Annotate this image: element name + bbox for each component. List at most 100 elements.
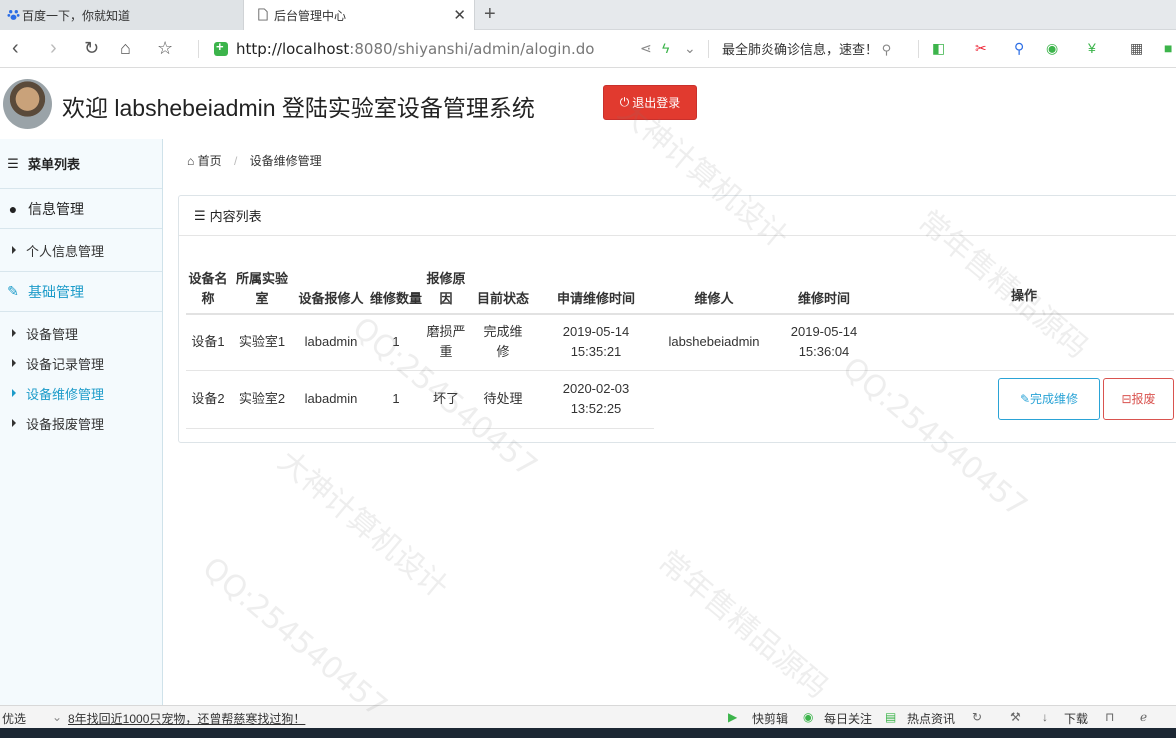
apply-time: 15:35:21 — [570, 344, 622, 360]
cell-name: 设备2 — [186, 370, 230, 429]
browser-tabstrip: 百度一下，你就知道 后台管理中心 ✕ + — [0, 0, 1176, 30]
back-icon[interactable]: ‹ — [12, 38, 19, 58]
home-icon[interactable]: ⌂ — [120, 38, 131, 58]
apply-date: 2019-05-14 — [562, 324, 630, 340]
col-header: 目前状态 — [468, 256, 538, 315]
status-item-focus[interactable]: 每日关注 — [824, 710, 872, 727]
cell-reason: 坏了 — [424, 370, 468, 429]
magnifier-icon[interactable]: ⚲ — [1014, 40, 1024, 57]
cell-qty: 1 — [368, 370, 424, 429]
scrap-button[interactable]: ⊟ 报废 — [1103, 378, 1174, 421]
address-bar-row: ‹ › ↻ ⌂ ☆ http://localhost:8080/shiyansh… — [0, 30, 1176, 68]
table-row: 设备2 实验室2 labadmin 1 坏了 待处理 2020-02-03 13:… — [186, 370, 1174, 429]
content-panel: ☰ 内容列表 设备名称 所属实验室 设备报修人 维修数量 报修原因 目前状态 申… — [178, 195, 1176, 443]
lightning-icon[interactable]: ϟ — [662, 40, 669, 56]
cell-apply-time: 2019-05-14 15:35:21 — [538, 314, 654, 371]
baidu-paw-icon — [7, 10, 20, 20]
edit-icon: ✎ — [1019, 392, 1031, 407]
sidebar-item-personal-info[interactable]: 个人信息管理 — [0, 235, 162, 265]
layout-icon[interactable]: ⊓ — [1105, 710, 1114, 724]
search-icon: ⚲ — [881, 42, 892, 57]
cell-reporter: labadmin — [294, 370, 368, 429]
sidebar-title: ☰ 菜单列表 — [0, 139, 162, 189]
caret-right-icon — [12, 246, 16, 254]
status-item-clip[interactable]: 快剪辑 — [752, 710, 788, 727]
sidebar-item-device-repair[interactable]: 设备维修管理 — [0, 378, 162, 408]
col-header: 报修原因 — [424, 256, 468, 315]
divider — [918, 40, 919, 58]
watermark: 大神计算机设计 — [271, 443, 455, 606]
cell-qty: 1 — [368, 314, 424, 371]
col-header: 维修时间 — [774, 256, 874, 315]
edit-icon: ✎ — [7, 283, 19, 299]
cell-repair-time — [774, 370, 874, 428]
refresh-icon[interactable]: ↻ — [972, 710, 982, 724]
caret-right-icon — [12, 329, 16, 337]
scissors-icon[interactable]: ✂ — [975, 40, 987, 57]
trash-icon: ⊟ — [1121, 392, 1132, 407]
status-item-download[interactable]: 下载 — [1064, 710, 1088, 727]
browser-statusbar: 优选 ⌄ 8年找回近1000只宠物，还曾帮慈寒找过狗！ ▶ 快剪辑 ◉ 每日关注… — [0, 705, 1176, 728]
url-text: http://localhost:8080/shiyanshi/admin/al… — [236, 40, 595, 58]
reload-icon[interactable]: ↻ — [84, 38, 99, 58]
sidebar-submenu-basic: 设备管理 设备记录管理 设备维修管理 设备报废管理 — [0, 312, 162, 438]
sidebar-item-device-record[interactable]: 设备记录管理 — [0, 348, 162, 378]
sidebar-submenu-info: 个人信息管理 — [0, 229, 162, 272]
sidebar-item-device-scrap[interactable]: 设备报废管理 — [0, 408, 162, 438]
user-icon: ● — [8, 200, 18, 217]
status-item-hot[interactable]: 热点资讯 — [907, 710, 955, 727]
table-header-row: 设备名称 所属实验室 设备报修人 维修数量 报修原因 目前状态 申请维修时间 维… — [186, 256, 1174, 315]
tools-icon[interactable]: ⚒ — [1010, 710, 1021, 724]
cell-name: 设备1 — [186, 314, 230, 371]
chevron-down-icon[interactable]: ⌄ — [684, 40, 696, 57]
logout-button[interactable]: ⏻ 退出登录 — [603, 85, 697, 120]
sidebar: ☰ 菜单列表 ● 信息管理 个人信息管理 ✎ 基础管理 设备管理 设备记录管理 … — [0, 139, 163, 705]
complete-repair-button[interactable]: ✎ 完成维修 — [998, 378, 1100, 421]
col-header: 申请维修时间 — [538, 256, 654, 315]
browser-tab-admin[interactable]: 后台管理中心 ✕ — [243, 0, 475, 30]
breadcrumb-current: 设备维修管理 — [249, 154, 322, 168]
list-icon: ☰ — [194, 207, 206, 223]
news-search-box[interactable]: 最全肺炎确诊信息，速查！ ⚲ — [722, 39, 891, 58]
video-clip-icon: ▶ — [728, 710, 738, 724]
breadcrumb-separator: / — [233, 154, 238, 168]
extension-icon[interactable]: ■ — [1164, 40, 1172, 56]
yen-icon[interactable]: ¥ — [1088, 40, 1096, 56]
repair-table: 设备名称 所属实验室 设备报修人 维修数量 报修原因 目前状态 申请维修时间 维… — [186, 256, 1174, 429]
list-icon: ☰ — [7, 155, 19, 171]
watermark: QQ:254540457 — [195, 550, 394, 725]
logout-label: 退出登录 — [632, 96, 681, 110]
apps-grid-icon[interactable]: ▦ — [1130, 40, 1143, 57]
divider — [708, 40, 709, 58]
cell-lab: 实验室2 — [230, 370, 294, 429]
sidebar-group-basic[interactable]: ✎ 基础管理 — [0, 272, 162, 312]
new-tab-icon[interactable]: + — [484, 3, 496, 26]
share-icon[interactable]: ⋖ — [640, 40, 652, 57]
close-tab-icon[interactable]: ✕ — [453, 6, 466, 24]
url-field[interactable]: http://localhost:8080/shiyanshi/admin/al… — [214, 37, 704, 61]
col-header: 所属实验室 — [230, 256, 294, 315]
breadcrumb: ⌂ 首页 / 设备维修管理 — [187, 152, 322, 169]
star-icon[interactable]: ☆ — [157, 38, 173, 58]
translate-icon[interactable]: ◧ — [932, 40, 945, 57]
col-header: 设备名称 — [186, 256, 230, 315]
cell-repair-time: 2019-05-14 15:36:04 — [774, 314, 874, 371]
cell-actions — [874, 314, 1174, 371]
panel-title: 内容列表 — [209, 209, 262, 224]
repair-time: 15:36:04 — [798, 344, 850, 360]
tab-label: 后台管理中心 — [274, 8, 347, 23]
status-news-link[interactable]: 8年找回近1000只宠物，还曾帮慈寒找过狗！ — [68, 710, 305, 727]
focus-icon: ◉ — [803, 710, 814, 724]
breadcrumb-home[interactable]: 首页 — [198, 154, 222, 168]
ie-icon[interactable]: ℯ — [1140, 710, 1147, 724]
gamepad-icon[interactable]: ◉ — [1046, 40, 1058, 57]
news-icon: ▤ — [885, 710, 897, 724]
browser-tab-baidu[interactable]: 百度一下，你就知道 — [0, 0, 243, 30]
forward-icon[interactable]: › — [50, 38, 57, 58]
divider — [198, 40, 199, 58]
repair-date: 2019-05-14 — [790, 324, 858, 340]
sidebar-item-device[interactable]: 设备管理 — [0, 318, 162, 348]
cell-actions: ✎ 完成维修 ⊟ 报废 — [874, 370, 1174, 428]
sidebar-group-info[interactable]: ● 信息管理 — [0, 189, 162, 229]
table-row: 设备1 实验室1 labadmin 1 磨损严重 完成维修 2019-05-14… — [186, 314, 1174, 371]
